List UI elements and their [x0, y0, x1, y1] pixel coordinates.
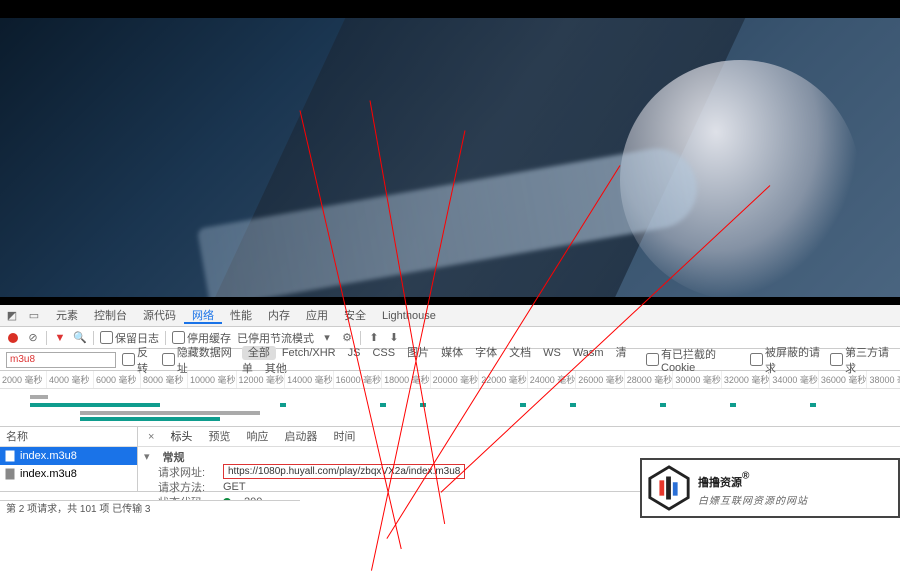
request-row[interactable]: index.m3u8 [0, 447, 137, 465]
record-button[interactable] [6, 331, 20, 345]
waterfall-bar [30, 403, 160, 407]
waterfall-bar [520, 403, 526, 407]
import-icon[interactable]: ⬆ [367, 331, 381, 345]
separator [165, 331, 166, 345]
time-mark: 26000 毫秒 [576, 371, 625, 388]
close-icon[interactable]: × [142, 431, 160, 443]
waterfall-bar [810, 403, 816, 407]
separator [46, 331, 47, 345]
detail-tab-启动器[interactable]: 启动器 [276, 431, 325, 443]
time-mark: 12000 毫秒 [237, 371, 286, 388]
url-label: 请求网址: [158, 464, 213, 480]
tab-元素[interactable]: 元素 [48, 310, 86, 322]
watermark-subtitle: 白嫖互联网资源的网站 [698, 492, 808, 507]
time-mark: 32000 毫秒 [722, 371, 771, 388]
waterfall-bar [570, 403, 576, 407]
time-mark: 38000 毫秒 [867, 371, 900, 388]
waterfall-bar [660, 403, 666, 407]
time-mark: 16000 毫秒 [334, 371, 383, 388]
filter-type-CSS[interactable]: CSS [366, 346, 401, 360]
search-icon[interactable]: 🔍 [73, 331, 87, 345]
chevron-down-icon[interactable]: ▾ [144, 450, 150, 463]
filter-type-WS[interactable]: WS [537, 346, 567, 360]
time-mark: 2000 毫秒 [0, 371, 47, 388]
tab-控制台[interactable]: 控制台 [86, 310, 135, 322]
detail-tab-时间[interactable]: 时间 [325, 431, 363, 443]
filter-type-文档[interactable]: 文档 [503, 346, 537, 360]
time-mark: 4000 毫秒 [47, 371, 94, 388]
filter-input[interactable] [6, 352, 116, 368]
watermark-title: 撸撸资源® [698, 469, 808, 492]
watermark: 撸撸资源® 白嫖互联网资源的网站 [640, 458, 900, 518]
video-area [0, 0, 900, 305]
time-mark: 18000 毫秒 [382, 371, 431, 388]
detail-tabs: × 标头预览响应启动器时间 [138, 427, 900, 447]
waterfall-bar [80, 417, 220, 421]
time-mark: 34000 毫秒 [770, 371, 819, 388]
status-bar: 第 2 项请求，共 101 项 已传输 3 [0, 500, 300, 518]
devtools-tabs-row: ◩ ▭ 元素控制台源代码网络性能内存应用安全Lighthouse [0, 305, 900, 327]
tab-安全[interactable]: 安全 [336, 310, 374, 322]
tab-内存[interactable]: 内存 [260, 310, 298, 322]
name-panel: 名称 index.m3u8index.m3u8 [0, 427, 138, 491]
request-method-value: GET [223, 481, 246, 493]
time-mark: 20000 毫秒 [431, 371, 480, 388]
waterfall-bar [30, 395, 48, 399]
name-column-header[interactable]: 名称 [0, 427, 137, 447]
time-mark: 28000 毫秒 [625, 371, 674, 388]
general-section: 常规 [163, 449, 185, 465]
waterfall-overview[interactable] [0, 389, 900, 427]
blocked-cookies-checkbox[interactable]: 有已拦截的 Cookie [646, 346, 744, 374]
filter-type-媒体[interactable]: 媒体 [435, 346, 469, 360]
waterfall-bar [730, 403, 736, 407]
waterfall-bar [280, 403, 286, 407]
filter-icon[interactable]: ▼ [53, 331, 67, 345]
request-row[interactable]: index.m3u8 [0, 465, 137, 483]
throttling-chevron-icon[interactable]: ▾ [320, 331, 334, 345]
detail-tab-标头[interactable]: 标头 [162, 431, 200, 443]
waterfall-bar [380, 403, 386, 407]
device-toggle-icon[interactable]: ▭ [26, 308, 42, 324]
time-mark: 30000 毫秒 [673, 371, 722, 388]
method-label: 请求方法: [158, 479, 213, 495]
time-mark: 10000 毫秒 [188, 371, 237, 388]
detail-tab-响应[interactable]: 响应 [238, 431, 276, 443]
filter-row: 反转 隐藏数据网址 全部Fetch/XHRJSCSS图片媒体字体文档WSWasm… [0, 349, 900, 371]
watermark-logo-icon [646, 465, 692, 511]
time-mark: 6000 毫秒 [94, 371, 141, 388]
timeline-ruler[interactable]: 2000 毫秒4000 毫秒6000 毫秒8000 毫秒10000 毫秒1200… [0, 371, 900, 389]
filter-type-Fetch/XHR[interactable]: Fetch/XHR [276, 346, 342, 360]
tab-网络[interactable]: 网络 [184, 310, 222, 324]
clear-button[interactable]: ⊘ [26, 331, 40, 345]
tab-性能[interactable]: 性能 [222, 310, 260, 322]
separator [360, 331, 361, 345]
separator [93, 331, 94, 345]
time-mark: 8000 毫秒 [141, 371, 188, 388]
tab-源代码[interactable]: 源代码 [135, 310, 184, 322]
detail-tab-预览[interactable]: 预览 [200, 431, 238, 443]
time-mark: 36000 毫秒 [819, 371, 868, 388]
time-mark: 14000 毫秒 [285, 371, 334, 388]
inspect-icon[interactable]: ◩ [4, 308, 20, 324]
filter-type-全部[interactable]: 全部 [242, 346, 276, 360]
tab-应用[interactable]: 应用 [298, 310, 336, 322]
waterfall-bar [80, 411, 260, 415]
export-icon[interactable]: ⬇ [387, 331, 401, 345]
